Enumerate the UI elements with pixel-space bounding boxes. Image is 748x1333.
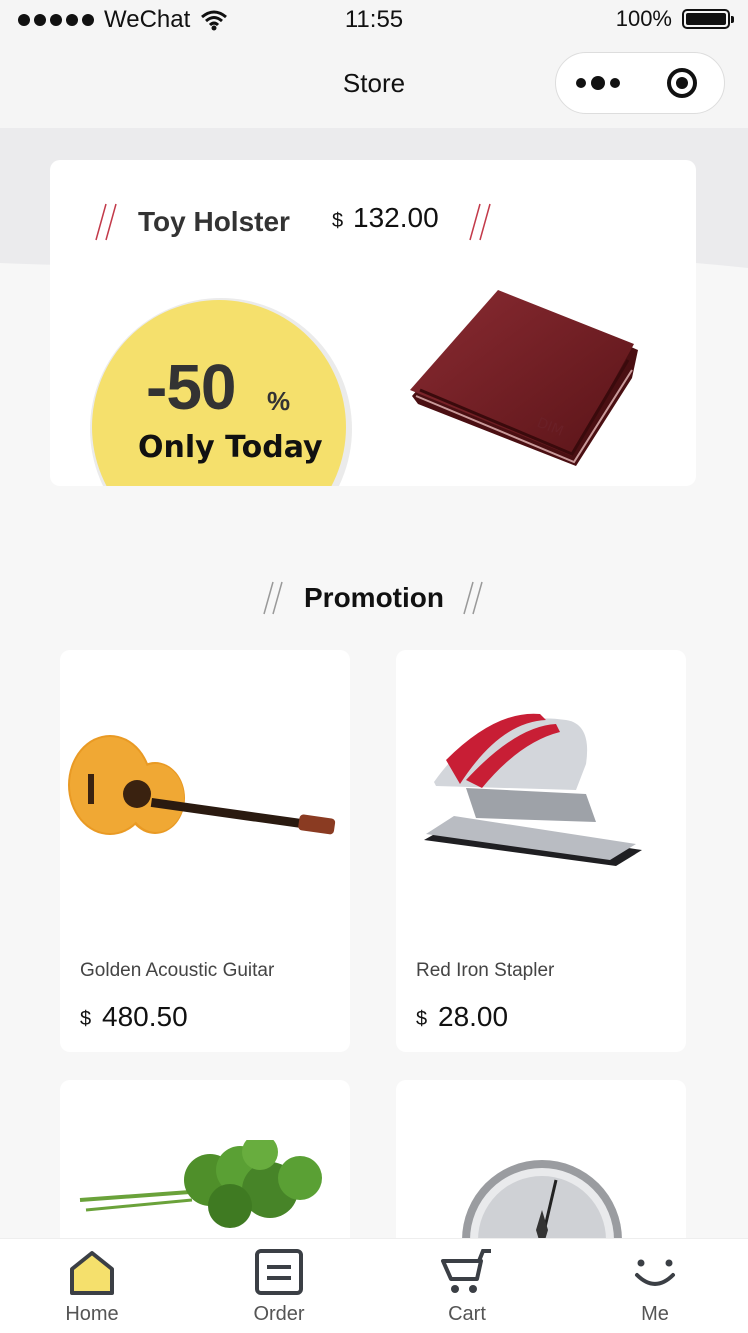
featured-product-card[interactable]: Toy Holster $ 132.00 -50 % Only Today DI…	[50, 160, 696, 486]
product-price: 480.50	[102, 1001, 188, 1032]
tab-label: Me	[641, 1303, 669, 1325]
battery-icon	[682, 9, 734, 29]
discount-unit: %	[267, 386, 291, 416]
product-name: Red Iron Stapler	[416, 960, 555, 981]
featured-currency: $	[332, 210, 344, 232]
tab-home[interactable]: Home	[32, 1249, 152, 1326]
promo-right-slash	[463, 581, 483, 615]
stapler-image	[424, 713, 642, 866]
order-icon	[255, 1249, 303, 1295]
left-slash-decoration	[95, 203, 117, 241]
mini-program-capsule	[555, 52, 725, 114]
tab-cart[interactable]: Cart	[407, 1249, 527, 1326]
navigation-bar: Store	[0, 42, 748, 128]
discount-caption: Only Today	[138, 430, 323, 465]
promotion-header: Promotion	[0, 578, 748, 618]
cart-icon	[441, 1249, 491, 1293]
product-currency: $	[416, 1008, 428, 1030]
discount-value: -50	[146, 351, 236, 423]
tab-bar: Home Order Cart Me	[0, 1238, 748, 1333]
product-price: 28.00	[438, 1001, 509, 1032]
product-currency: $	[80, 1008, 92, 1030]
target-icon	[666, 68, 697, 98]
home-icon	[70, 1251, 114, 1295]
smile-icon	[635, 1259, 675, 1286]
product-name: Golden Acoustic Guitar	[80, 960, 275, 981]
battery-level	[686, 13, 726, 25]
guitar-image	[68, 735, 336, 835]
right-slash-decoration	[469, 203, 491, 241]
close-program-button[interactable]	[639, 68, 724, 98]
tab-order[interactable]: Order	[219, 1249, 339, 1326]
wallet-image: DIM	[410, 290, 638, 466]
more-dots-icon	[575, 78, 586, 88]
battery-percent: 100%	[615, 6, 672, 31]
featured-price: 132.00	[353, 202, 439, 233]
status-right: 100%	[615, 6, 734, 32]
tab-label: Order	[253, 1303, 305, 1325]
more-menu-button[interactable]	[556, 76, 639, 90]
promotion-title: Promotion	[304, 582, 444, 613]
product-card[interactable]: Red Iron Stapler $ 28.00	[396, 650, 686, 1052]
status-bar: WeChat 11:55 100%	[0, 0, 748, 42]
tab-label: Cart	[448, 1303, 486, 1325]
tab-me[interactable]: Me	[595, 1249, 715, 1326]
featured-title: Toy Holster	[138, 206, 290, 237]
tab-label: Home	[65, 1303, 119, 1325]
product-card[interactable]: Golden Acoustic Guitar $ 480.50	[60, 650, 350, 1052]
